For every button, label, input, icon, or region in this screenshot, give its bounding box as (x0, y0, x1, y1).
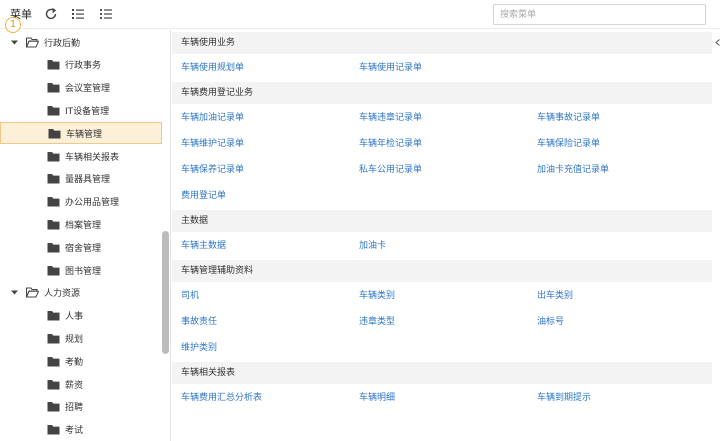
tree-item-label: 档案管理 (65, 220, 102, 231)
tree-item-label: 薪资 (65, 380, 84, 391)
tree-item[interactable]: 档案管理 (0, 213, 162, 235)
tree-item-label: 会议室管理 (65, 84, 111, 95)
tree-group[interactable]: 人力资源 (0, 282, 162, 304)
tree-item-label: IT设备管理 (65, 106, 110, 117)
tree-item[interactable]: 会议室管理 (0, 77, 162, 99)
tree-item[interactable]: 薪资 (0, 373, 162, 395)
menu-link[interactable]: 车辆类别 (359, 288, 395, 301)
folder-icon (47, 83, 60, 93)
folder-icon (47, 197, 60, 207)
section-header: 车辆相关报表 (172, 362, 712, 384)
folder-icon (47, 333, 60, 344)
tree-item[interactable]: 图书管理 (0, 259, 162, 281)
menu-link[interactable]: 车辆主数据 (181, 238, 226, 251)
tree-item-label: 招聘 (65, 403, 84, 414)
folder-icon (47, 151, 60, 161)
folder-icon (47, 379, 60, 389)
tree-item[interactable]: 车辆管理 (0, 122, 162, 145)
menu-link[interactable]: 车辆使用记录单 (359, 60, 422, 73)
menu-link[interactable]: 加油卡充值记录单 (537, 162, 609, 175)
folder-icon (47, 60, 60, 70)
tree-group[interactable]: 行政后勤 (0, 31, 162, 53)
tree-item-label: 考试 (65, 426, 84, 437)
tree-item-label: 规划 (65, 334, 84, 345)
tree-item[interactable]: 招聘 (0, 396, 162, 418)
menu-link[interactable]: 车辆使用规划单 (181, 60, 244, 73)
tree-item[interactable]: 规划 (0, 327, 162, 349)
tree-item-label: 办公用品管理 (65, 198, 120, 209)
tree-item[interactable]: 车辆相关报表 (0, 145, 162, 167)
menu-link[interactable]: 车辆年检记录单 (359, 136, 422, 149)
folder-icon (47, 356, 60, 367)
tree-item[interactable]: 考勤 (0, 350, 162, 372)
tree-item-label: 车辆管理 (66, 129, 103, 140)
menu-link[interactable]: 车辆到期提示 (537, 390, 591, 403)
folder-icon (47, 219, 60, 230)
section-header: 主数据 (172, 210, 712, 232)
collapse-all-icon[interactable] (99, 7, 113, 21)
search-input[interactable] (493, 4, 706, 25)
tree-item[interactable]: IT设备管理 (0, 99, 162, 121)
menu-link[interactable]: 加油卡 (359, 238, 386, 251)
menu-link[interactable]: 车辆明细 (359, 390, 395, 403)
folder-icon (48, 128, 61, 139)
tree-item[interactable]: 办公用品管理 (0, 191, 162, 213)
tree-item[interactable]: 宿舍管理 (0, 236, 162, 258)
expand-all-icon[interactable] (71, 7, 85, 21)
caret-down-icon[interactable] (10, 288, 19, 297)
collapse-arrow-icon[interactable] (715, 39, 720, 46)
menu-tree: 行政后勤行政事务会议室管理 IT设备管理 车辆管理车辆相关报表 量器具管理办公用品管理… (0, 30, 171, 441)
tree-item-label: 行政事务 (65, 61, 102, 72)
menu-link[interactable]: 车辆违章记录单 (359, 110, 422, 123)
tree-item[interactable]: 行政事务 (0, 54, 162, 76)
top-toolbar: 菜单 (0, 0, 720, 29)
tree-scrollbar[interactable] (162, 231, 169, 354)
menu-link[interactable]: 出车类别 (537, 288, 573, 301)
tree-item-label: 量器具管理 (65, 175, 111, 186)
folder-open-icon (26, 287, 39, 298)
menu-link[interactable]: 私车公用记录单 (359, 162, 422, 175)
menu-link[interactable]: 车辆费用汇总分析表 (181, 390, 262, 403)
caret-down-icon[interactable] (10, 38, 19, 47)
refresh-icon[interactable] (44, 7, 58, 21)
section-header: 车辆使用业务 (172, 32, 712, 54)
folder-icon (47, 311, 60, 321)
section-header: 车辆费用登记业务 (172, 82, 712, 104)
menu-link[interactable]: 车辆维护记录单 (181, 136, 244, 149)
menu-link[interactable]: 维护类别 (181, 340, 217, 353)
folder-icon (47, 402, 60, 412)
submenu-panel: 车辆使用业务车辆使用规划单 车辆使用记录单车辆费用登记业务车辆加油记录单 车辆违章记… (172, 30, 720, 441)
tree-item[interactable]: 人事 (0, 305, 162, 327)
section-header: 车辆管理辅助资料 (172, 260, 712, 282)
folder-icon (47, 425, 60, 435)
menu-link[interactable]: 车辆加油记录单 (181, 110, 244, 123)
tree-item-label: 考勤 (65, 357, 84, 368)
tree-item-label: 人事 (65, 312, 84, 323)
folder-icon (47, 174, 60, 184)
menu-link[interactable]: 事故责任 (181, 314, 217, 327)
menu-link[interactable]: 车辆保险记录单 (537, 136, 600, 149)
folder-open-icon (26, 37, 39, 47)
folder-icon (47, 265, 60, 275)
tree-item-label: 车辆相关报表 (65, 152, 120, 163)
tree-item-label: 图书管理 (65, 266, 102, 277)
tree-item-label: 宿舍管理 (65, 243, 102, 254)
menu-link[interactable]: 费用登记单 (181, 188, 226, 201)
tree-item-label: 行政后勤 (44, 38, 81, 49)
menu-link[interactable]: 油标号 (537, 314, 564, 327)
tree-item[interactable]: 考试 (0, 419, 162, 441)
folder-icon (47, 105, 60, 116)
tree-item[interactable]: 量器具管理 (0, 168, 162, 190)
menu-link[interactable]: 司机 (181, 288, 199, 301)
folder-icon (47, 242, 60, 253)
tree-item-label: 人力资源 (44, 289, 81, 300)
menu-link[interactable]: 违章类型 (359, 314, 395, 327)
step-badge: 1 (5, 17, 21, 33)
menu-link[interactable]: 车辆保养记录单 (181, 162, 244, 175)
menu-link[interactable]: 车辆事故记录单 (537, 110, 600, 123)
